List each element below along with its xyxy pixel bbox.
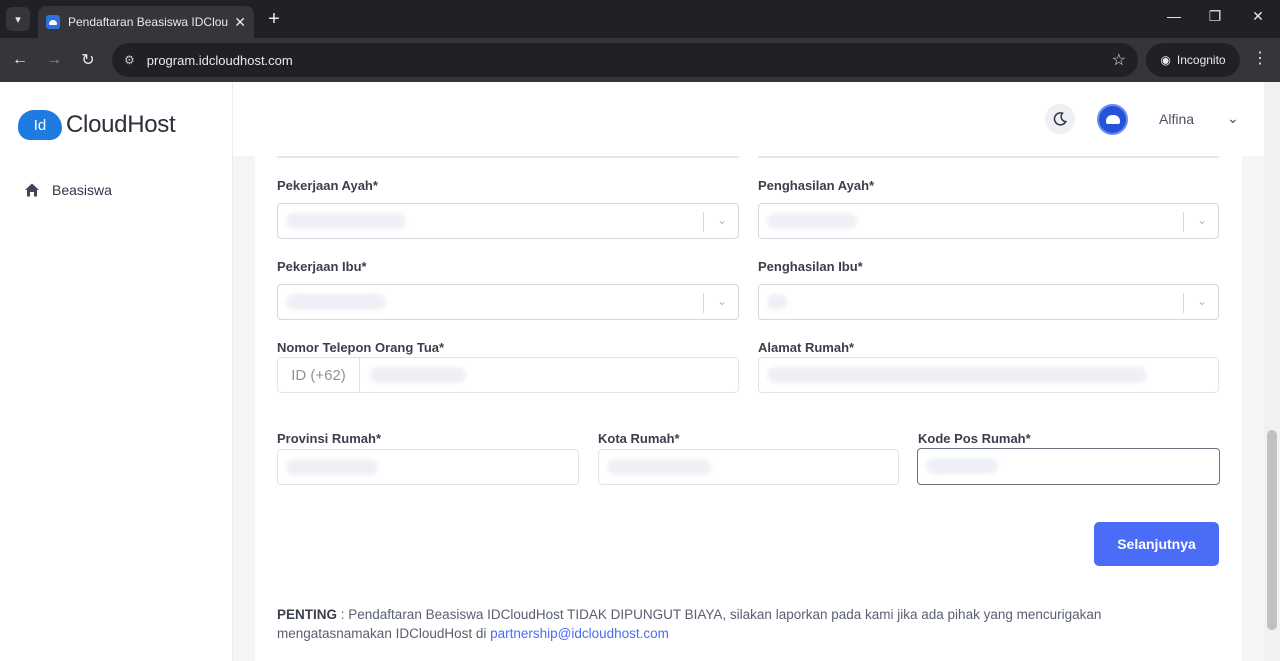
back-button[interactable]: ← (8, 48, 32, 72)
chevron-down-icon[interactable]: ⌄ (1197, 294, 1207, 308)
bookmark-star-icon[interactable]: ☆ (1112, 50, 1126, 70)
notice-strong: PENTING (277, 607, 338, 622)
chevron-down-icon[interactable]: ⌄ (1197, 213, 1207, 227)
select-separator (1183, 293, 1184, 313)
sidebar-item-beasiswa[interactable]: Beasiswa (24, 182, 112, 198)
mother-job-select[interactable]: ⌄ (277, 284, 739, 320)
browser-tabbar: ▾ Pendaftaran Beasiswa IDCloudh ✕ + — ❐ … (0, 0, 1280, 38)
blurred-value (926, 458, 998, 474)
blurred-value (286, 459, 378, 475)
chevron-down-icon[interactable]: ⌄ (717, 294, 727, 308)
tab-close-icon[interactable]: ✕ (234, 14, 246, 31)
tab-search-button[interactable]: ▾ (6, 7, 30, 31)
blurred-value (607, 459, 711, 475)
blurred-value (767, 213, 857, 229)
address-bar[interactable]: ⚙ program.idcloudhost.com ☆ (112, 43, 1138, 77)
select-separator (703, 212, 704, 232)
province-field[interactable] (277, 449, 579, 485)
browser-menu-button[interactable]: ⋮ (1250, 48, 1270, 68)
logo[interactable]: Id CloudHost (18, 110, 176, 140)
moon-icon (1053, 112, 1067, 126)
incognito-label: Incognito (1176, 53, 1226, 67)
avatar-cloud-icon (1105, 115, 1120, 124)
father-job-select[interactable]: ⌄ (277, 203, 739, 239)
reload-button[interactable]: ↻ (76, 48, 100, 72)
parent-phone-label: Nomor Telepon Orang Tua* (277, 340, 445, 355)
province-label: Provinsi Rumah* (277, 431, 382, 446)
mother-job-label: Pekerjaan Ibu* (277, 259, 367, 274)
incognito-indicator[interactable]: ◉ Incognito (1146, 43, 1240, 77)
blurred-value (370, 367, 466, 383)
partnership-email-link[interactable]: partnership@idcloudhost.com (490, 626, 669, 641)
father-job-label: Pekerjaan Ayah* (277, 178, 378, 193)
site-settings-icon[interactable]: ⚙ (124, 53, 135, 67)
sidebar-item-label: Beasiswa (52, 182, 112, 198)
father-income-label: Penghasilan Ayah* (758, 178, 875, 193)
mother-income-label: Penghasilan Ibu* (758, 259, 863, 274)
browser-toolbar: ← → ↻ ⚙ program.idcloudhost.com ☆ ◉ Inco… (0, 38, 1280, 82)
scrollbar-thumb[interactable] (1267, 430, 1277, 630)
close-window-button[interactable]: ✕ (1246, 8, 1270, 25)
sidebar: Id CloudHost Beasiswa (0, 82, 233, 661)
postal-code-field[interactable] (917, 448, 1220, 485)
tab-title: Pendaftaran Beasiswa IDCloudh (68, 15, 229, 29)
phone-country-prefix: ID (+62) (278, 358, 360, 392)
select-separator (1183, 212, 1184, 232)
favicon-icon (46, 15, 60, 29)
forward-button[interactable]: → (42, 48, 66, 72)
parent-phone-field[interactable]: ID (+62) (277, 357, 739, 393)
user-name[interactable]: Alfina (1159, 111, 1194, 127)
browser-tab[interactable]: Pendaftaran Beasiswa IDCloudh ✕ (38, 6, 254, 38)
restore-button[interactable]: ❐ (1203, 8, 1227, 25)
mother-income-select[interactable]: ⌄ (758, 284, 1219, 320)
page: Id CloudHost Beasiswa Alfina ⌄ Pekerjaan… (0, 82, 1280, 661)
next-button[interactable]: Selanjutnya (1094, 522, 1219, 566)
home-address-label: Alamat Rumah* (758, 340, 855, 355)
postal-code-label: Kode Pos Rumah* (918, 431, 1031, 446)
incognito-icon: ◉ (1160, 53, 1171, 67)
header: Alfina ⌄ (233, 82, 1264, 156)
chevron-down-icon[interactable]: ⌄ (717, 213, 727, 227)
avatar[interactable] (1097, 104, 1128, 135)
blurred-value (286, 213, 406, 229)
logo-text: CloudHost (66, 111, 176, 138)
select-separator (703, 293, 704, 313)
logo-cloud-icon: Id (18, 110, 62, 140)
minimize-button[interactable]: — (1162, 8, 1186, 24)
blurred-value (286, 294, 386, 310)
previous-field-edge (277, 156, 739, 158)
city-label: Kota Rumah* (598, 431, 680, 446)
new-tab-button[interactable]: + (262, 7, 286, 31)
blurred-value (767, 294, 787, 310)
home-address-field[interactable] (758, 357, 1219, 393)
dark-mode-toggle[interactable] (1045, 104, 1075, 134)
important-notice: PENTING : Pendaftaran Beasiswa IDCloudHo… (277, 605, 1197, 643)
home-icon (25, 183, 39, 197)
city-field[interactable] (598, 449, 899, 485)
previous-field-edge (758, 156, 1219, 158)
notice-text: : Pendaftaran Beasiswa IDCloudHost TIDAK… (277, 607, 1102, 641)
father-income-select[interactable]: ⌄ (758, 203, 1219, 239)
chevron-down-icon[interactable]: ⌄ (1227, 110, 1239, 127)
url-text[interactable]: program.idcloudhost.com (147, 53, 1112, 68)
registration-form: Pekerjaan Ayah* ⌄ Penghasilan Ayah* ⌄ Pe… (255, 156, 1242, 661)
blurred-value (767, 367, 1147, 383)
